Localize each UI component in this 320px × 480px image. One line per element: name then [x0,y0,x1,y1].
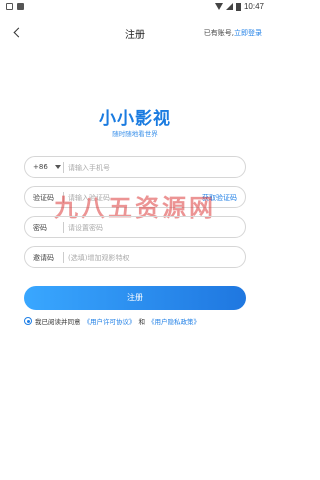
app-logo: 小小影视 [99,109,171,129]
divider [63,252,64,263]
password-field: 密码 [24,216,246,238]
login-link[interactable]: 立即登录 [234,29,262,37]
divider [63,162,64,173]
status-bar: 10:47 [0,0,270,14]
wifi-icon [214,3,223,10]
get-code-button[interactable]: 获取验证码 [202,193,237,203]
agree-checkbox[interactable] [24,317,32,325]
login-prompt: 已有账号,立即登录 [204,28,262,38]
password-input[interactable] [68,221,238,234]
divider [63,192,64,203]
code-input[interactable] [68,191,188,204]
agreement-and: 和 [138,318,146,326]
agreement-row: 我已阅读并同意 《用户许可协议》 和 《用户隐私政策》 [24,316,254,326]
code-label: 验证码 [33,194,54,202]
signal-icon [225,3,233,10]
invite-field: 邀请码 [24,246,246,268]
phone-input[interactable] [68,161,238,174]
battery-icon [235,2,241,11]
phone-field: +86 [24,156,246,178]
status-time: 10:47 [243,2,264,11]
country-code[interactable]: +86 [33,163,48,171]
chevron-down-icon[interactable] [55,165,61,169]
privacy-policy-link[interactable]: 《用户隐私政策》 [148,316,200,326]
nav-bar: 注册 已有账号,立即登录 [0,18,270,48]
app-slogan: 随时随地看世界 [112,130,158,138]
divider [63,222,64,233]
notification-icon [6,3,13,10]
status-left-icons [6,3,24,10]
invite-input[interactable] [68,251,238,264]
register-button[interactable]: 注册 [24,286,246,310]
user-agreement-link[interactable]: 《用户许可协议》 [84,316,136,326]
app-notification-icon [17,3,24,10]
agreement-prefix: 我已阅读并同意 [35,318,81,326]
code-field: 验证码 获取验证码 [24,186,246,208]
status-right: 10:47 [214,2,264,11]
password-label: 密码 [33,224,47,232]
has-account-text: 已有账号, [203,29,234,37]
invite-label: 邀请码 [33,254,54,262]
